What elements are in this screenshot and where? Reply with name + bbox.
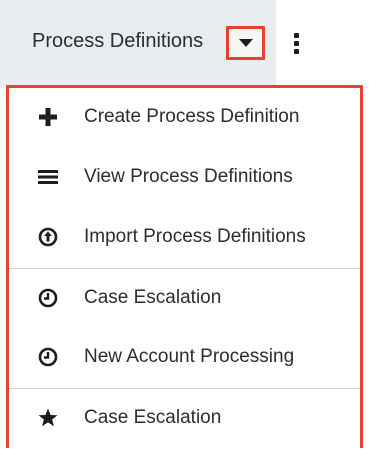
upload-circle-icon <box>38 227 58 247</box>
module-tab[interactable]: Process Definitions <box>0 0 276 88</box>
menu-item-label: View Process Definitions <box>84 166 293 187</box>
vertical-ellipsis-icon[interactable] <box>294 33 299 54</box>
plus-icon <box>39 108 57 126</box>
menu-item-import-process-definitions[interactable]: Import Process Definitions <box>9 208 360 268</box>
menu-item-create-process-definition[interactable]: Create Process Definition <box>9 88 360 148</box>
tab-label[interactable]: Process Definitions <box>32 30 203 53</box>
menu-item-label: Create Process Definition <box>84 106 300 127</box>
menu-item-label: Import Process Definitions <box>84 226 306 247</box>
menu-item-label: Case Escalation <box>84 287 222 308</box>
menu-item-case-escalation-report[interactable]: Case Escalation <box>9 388 360 449</box>
menu-item-case-escalation[interactable]: Case Escalation <box>9 268 360 329</box>
clock-icon <box>38 288 58 308</box>
star-icon <box>38 408 58 427</box>
list-icon <box>38 170 58 184</box>
dropdown-menu: Create Process Definition View Process D… <box>6 85 363 448</box>
menu-item-label: New Account Processing <box>84 346 295 367</box>
menu-item-label: Case Escalation <box>84 407 222 428</box>
caret-down-icon[interactable] <box>226 26 265 60</box>
menu-item-view-process-definitions[interactable]: View Process Definitions <box>9 148 360 208</box>
clock-icon <box>38 347 58 367</box>
menu-item-new-account-processing[interactable]: New Account Processing <box>9 328 360 388</box>
